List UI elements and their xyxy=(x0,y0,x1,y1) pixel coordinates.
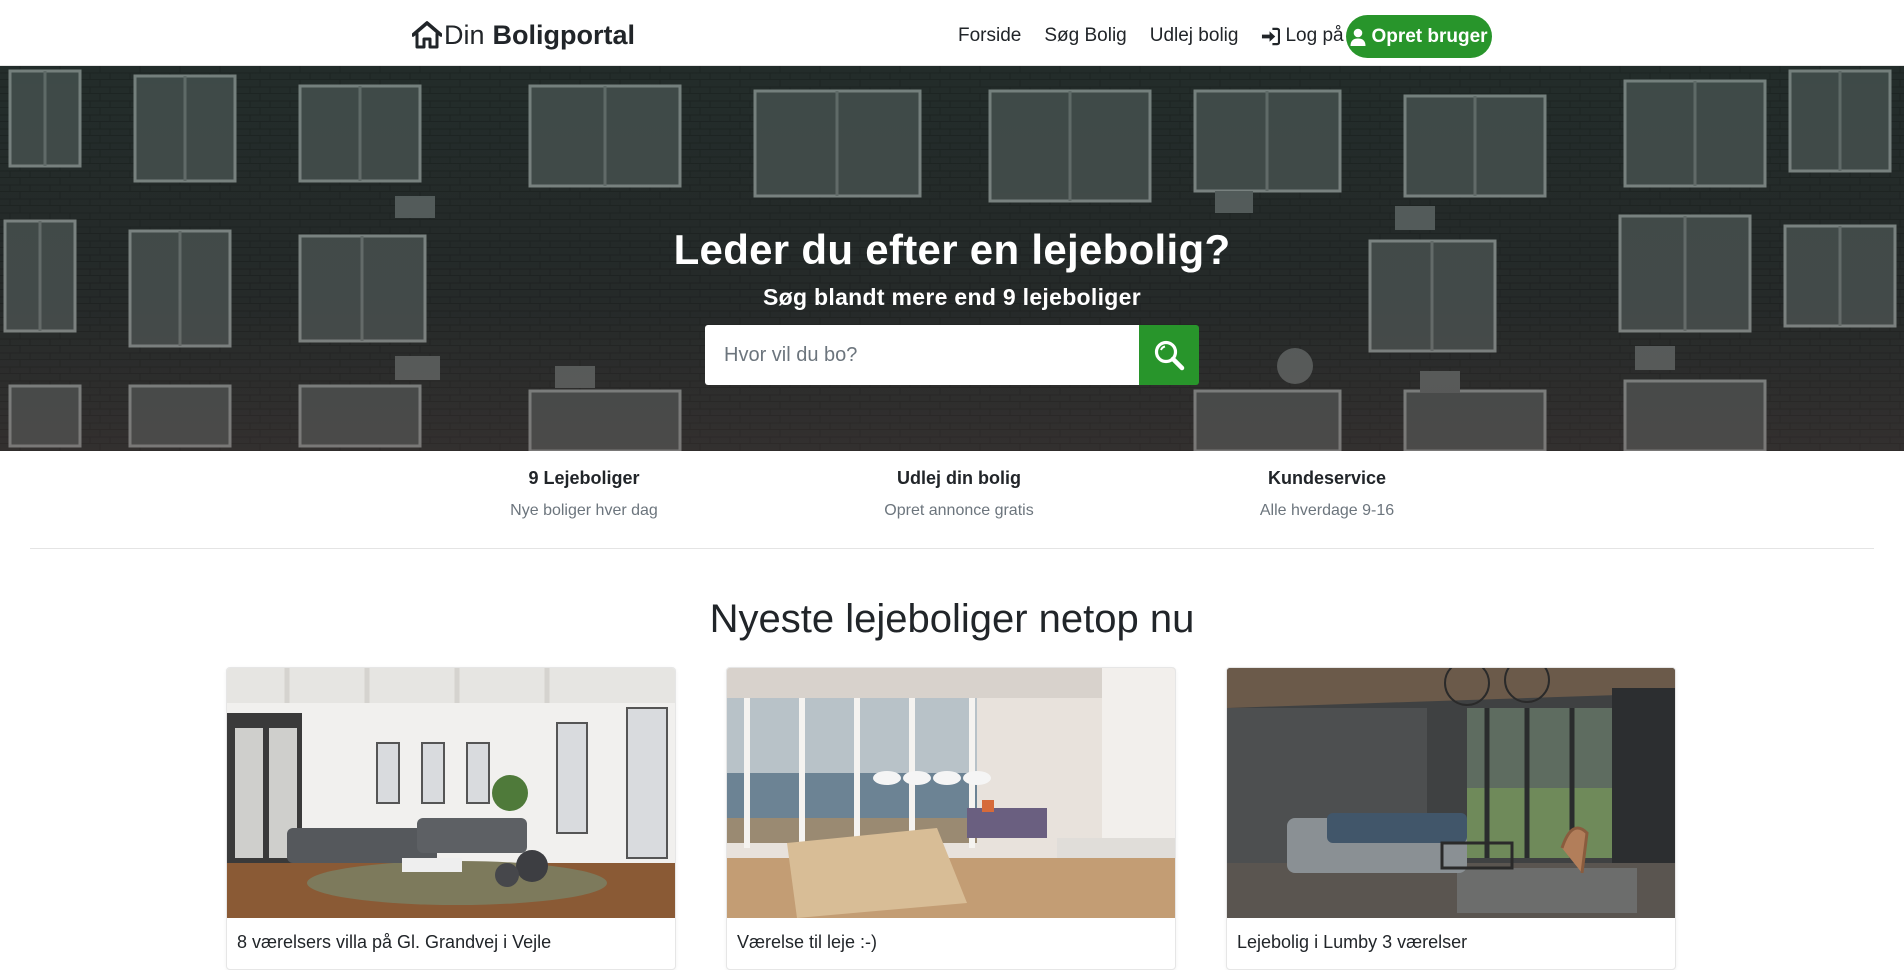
home-icon xyxy=(412,21,442,49)
listing-card[interactable]: Værelse til leje :-) xyxy=(726,667,1176,970)
brand-logo-link[interactable]: Din Boligportal xyxy=(412,18,635,52)
signup-label: Opret bruger xyxy=(1371,25,1488,47)
user-icon xyxy=(1350,28,1366,46)
hero-subtitle: Søg blandt mere end 9 lejeboliger xyxy=(763,284,1141,310)
signup-button[interactable]: Opret bruger xyxy=(1346,15,1492,58)
nav-item-udlej-bolig[interactable]: Udlej bolig xyxy=(1150,15,1239,57)
listing-title: Lejebolig i Lumby 3 værelser xyxy=(1237,932,1468,952)
feature-rent-out: Udlej din bolig Opret annonce gratis xyxy=(829,468,1089,520)
login-link[interactable]: Log på xyxy=(1261,15,1344,57)
feature-subtitle: Alle hverdage 9-16 xyxy=(1259,502,1395,519)
feature-subtitle: Opret annonce gratis xyxy=(884,502,1034,519)
listing-photo xyxy=(727,668,1175,918)
feature-subtitle: Nye boliger hver dag xyxy=(510,502,658,519)
listing-card[interactable]: 8 værelsers villa på Gl. Grandvej i Vejl… xyxy=(226,667,676,970)
feature-title: 9 Lejeboliger xyxy=(528,468,640,488)
hero-section: Leder du efter en lejebolig? Søg blandt … xyxy=(0,66,1904,451)
navbar: Din Boligportal Forside Søg Bolig Udlej … xyxy=(0,0,1904,66)
brand-name: Boligportal xyxy=(492,19,636,50)
main-nav: Forside Søg Bolig Udlej bolig Log på xyxy=(958,15,1344,57)
nav-item-forside[interactable]: Forside xyxy=(958,15,1021,57)
search-icon xyxy=(1154,340,1185,371)
listing-title: Værelse til leje :-) xyxy=(737,932,878,952)
feature-title: Udlej din bolig xyxy=(897,468,1021,488)
listing-card[interactable]: Lejebolig i Lumby 3 værelser xyxy=(1226,667,1676,970)
features-bar: 9 Lejeboliger Nye boliger hver dag Udlej… xyxy=(0,451,1904,549)
listings-heading: Nyeste lejeboliger netop nu xyxy=(709,597,1195,641)
search-input[interactable] xyxy=(705,325,1139,385)
listing-photo xyxy=(227,668,675,918)
feature-customer-service: Kundeservice Alle hverdage 9-16 xyxy=(1197,468,1457,520)
listing-photo xyxy=(1227,668,1675,918)
sign-in-icon xyxy=(1262,27,1281,45)
brand-prefix: Din xyxy=(444,19,485,50)
search-button[interactable] xyxy=(1139,325,1199,385)
feature-title: Kundeservice xyxy=(1267,468,1387,488)
hero-title: Leder du efter en lejebolig? xyxy=(673,226,1231,273)
nav-item-soeg-bolig[interactable]: Søg Bolig xyxy=(1044,15,1126,57)
login-label: Log på xyxy=(1285,25,1344,46)
section-divider xyxy=(30,548,1874,549)
feature-listings: 9 Lejeboliger Nye boliger hver dag xyxy=(454,468,714,520)
listing-title: 8 værelsers villa på Gl. Grandvej i Vejl… xyxy=(237,932,552,952)
